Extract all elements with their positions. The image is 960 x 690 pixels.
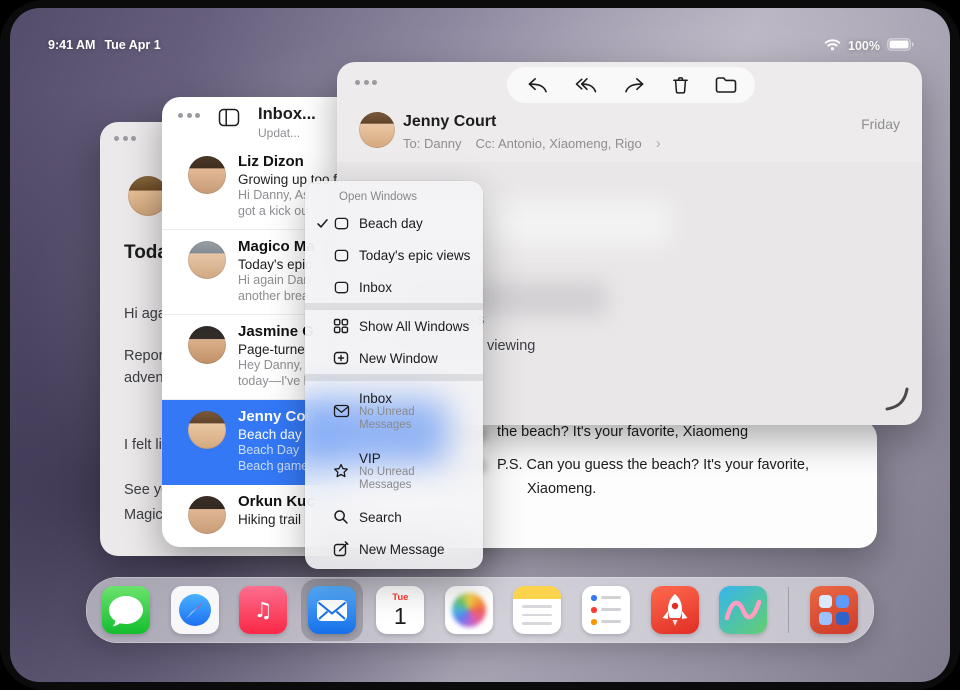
window-controls-icon[interactable] [114, 136, 136, 141]
avatar [188, 496, 226, 534]
window-icon [333, 280, 359, 295]
menu-separator [305, 374, 483, 381]
status-time: 9:41 AM [48, 38, 95, 52]
checkmark-icon [312, 217, 333, 230]
messages-app-icon[interactable] [102, 586, 150, 634]
menu-item-new-window[interactable]: New Window [305, 342, 483, 374]
mailbox-subtitle: Updat... [258, 126, 300, 140]
resize-handle-icon[interactable] [884, 386, 910, 417]
menu-item-vip-mailbox[interactable]: VIP No Unread Messages [305, 441, 483, 501]
star-icon [333, 463, 359, 479]
notes-app-icon[interactable] [513, 586, 561, 634]
message-date: Friday [861, 116, 900, 132]
chevron-right-icon[interactable]: › [656, 135, 661, 152]
calendar-day: 1 [376, 603, 424, 629]
body-fragment: viewing [487, 338, 535, 354]
recipients-line[interactable]: To: Danny Cc: Antonio, Xiaomeng, Rigo › [403, 135, 661, 152]
open-windows-menu: Open Windows Beach day Today's epic view… [305, 181, 483, 569]
menu-item-beach-day[interactable]: Beach day [305, 207, 483, 239]
dock-divider [788, 587, 790, 633]
menu-separator [305, 303, 483, 310]
window-icon [333, 216, 359, 231]
body-text: Xiaomeng. [527, 481, 596, 497]
mail-app-pressed-highlight [308, 586, 356, 634]
unread-status: No Unread [359, 406, 415, 419]
photos-app-icon[interactable] [445, 586, 493, 634]
compose-icon [333, 541, 359, 557]
avatar [188, 241, 226, 279]
avatar [359, 112, 395, 148]
unread-status: Messages [359, 419, 415, 432]
folder-icon[interactable] [715, 76, 737, 94]
status-date: Tue Apr 1 [104, 38, 160, 52]
trash-icon[interactable] [671, 75, 690, 95]
battery-percent: 100% [848, 39, 880, 53]
envelope-icon [333, 404, 359, 418]
unread-status: Messages [359, 479, 415, 492]
status-bar-right: 100% [824, 38, 914, 54]
plus-window-icon [333, 350, 359, 366]
to-line: To: Danny [403, 136, 462, 151]
menu-item-show-all-windows[interactable]: Show All Windows [305, 310, 483, 342]
avatar [188, 156, 226, 194]
sender-name: Jenny Court [403, 113, 496, 131]
ipad-frame: 9:41 AM Tue Apr 1 100% Today Hi agai Rep… [0, 0, 960, 690]
reminders-app-icon[interactable] [582, 586, 630, 634]
body-text: the beach? It's your favorite, Xiaomeng [497, 424, 748, 440]
safari-app-icon[interactable] [171, 586, 219, 634]
battery-icon [887, 38, 914, 54]
status-bar-left: 9:41 AM Tue Apr 1 [48, 38, 161, 52]
menu-item-inbox-window[interactable]: Inbox [305, 271, 483, 303]
menu-item-search[interactable]: Search [305, 501, 483, 533]
unread-status: No Unread [359, 466, 415, 479]
menu-item-todays-epic-views[interactable]: Today's epic views [305, 239, 483, 271]
wifi-icon [824, 38, 841, 54]
menu-header: Open Windows [305, 181, 483, 207]
music-note-icon: ♫ [254, 598, 273, 622]
window-controls-icon[interactable] [178, 113, 200, 118]
cc-line: Cc: Antonio, Xiaomeng, Rigo [476, 136, 642, 151]
window-icon [333, 248, 359, 263]
reply-icon[interactable] [526, 76, 549, 95]
screen: 9:41 AM Tue Apr 1 100% Today Hi agai Rep… [10, 8, 950, 682]
notes-yellow-band [513, 586, 561, 599]
grid-icon [333, 318, 359, 334]
forward-icon[interactable] [623, 76, 646, 95]
rocket-app-icon[interactable] [651, 586, 699, 634]
search-icon [333, 509, 359, 525]
photos-flower-icon [452, 593, 486, 627]
window-controls-icon[interactable] [355, 80, 377, 85]
drawing-app-icon[interactable] [719, 586, 767, 634]
body-text: P.S. Can you guess the beach? It's your … [497, 457, 809, 473]
calendar-weekday: Tue [376, 592, 424, 603]
calendar-app-icon[interactable]: Tue 1 [376, 586, 424, 634]
mailbox-title: Inbox... [258, 105, 316, 124]
sidebar-toggle-icon[interactable] [218, 108, 240, 132]
app-library-icon[interactable] [810, 586, 858, 634]
dock: ♫ Tue 1 [86, 577, 874, 643]
avatar [188, 326, 226, 364]
avatar [188, 411, 226, 449]
reply-all-icon[interactable] [574, 76, 598, 95]
menu-item-inbox-mailbox[interactable]: Inbox No Unread Messages [305, 381, 483, 441]
message-toolbar [507, 67, 755, 103]
music-app-icon[interactable]: ♫ [239, 586, 287, 634]
menu-item-new-message[interactable]: New Message [305, 533, 483, 569]
mail-app-icon[interactable] [308, 586, 356, 634]
